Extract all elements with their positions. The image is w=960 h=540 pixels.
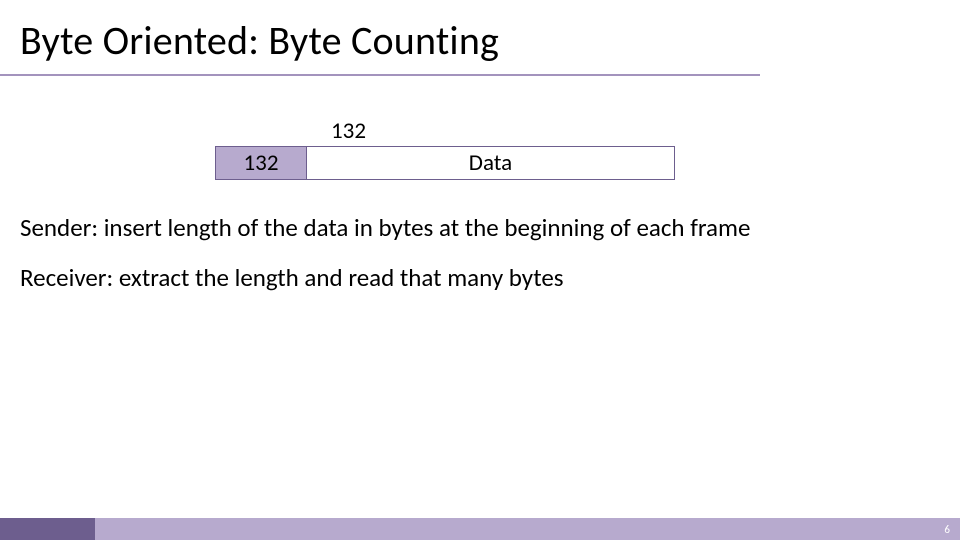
size-annotation: 132 [331, 117, 366, 145]
footer-accent [0, 518, 95, 540]
frame-row: 132 Data [215, 146, 675, 180]
data-field: Data [307, 147, 674, 179]
sender-text: Sender: insert length of the data in byt… [20, 211, 750, 245]
frame-diagram: 132 Data [215, 146, 675, 180]
footer-bar: 6 [0, 518, 960, 540]
length-field: 132 [216, 147, 307, 179]
slide: Byte Oriented: Byte Counting 132 132 Dat… [0, 0, 960, 540]
title-underline [0, 74, 760, 76]
page-number: 6 [944, 523, 950, 536]
receiver-text: Receiver: extract the length and read th… [20, 261, 564, 295]
page-title: Byte Oriented: Byte Counting [20, 16, 499, 65]
